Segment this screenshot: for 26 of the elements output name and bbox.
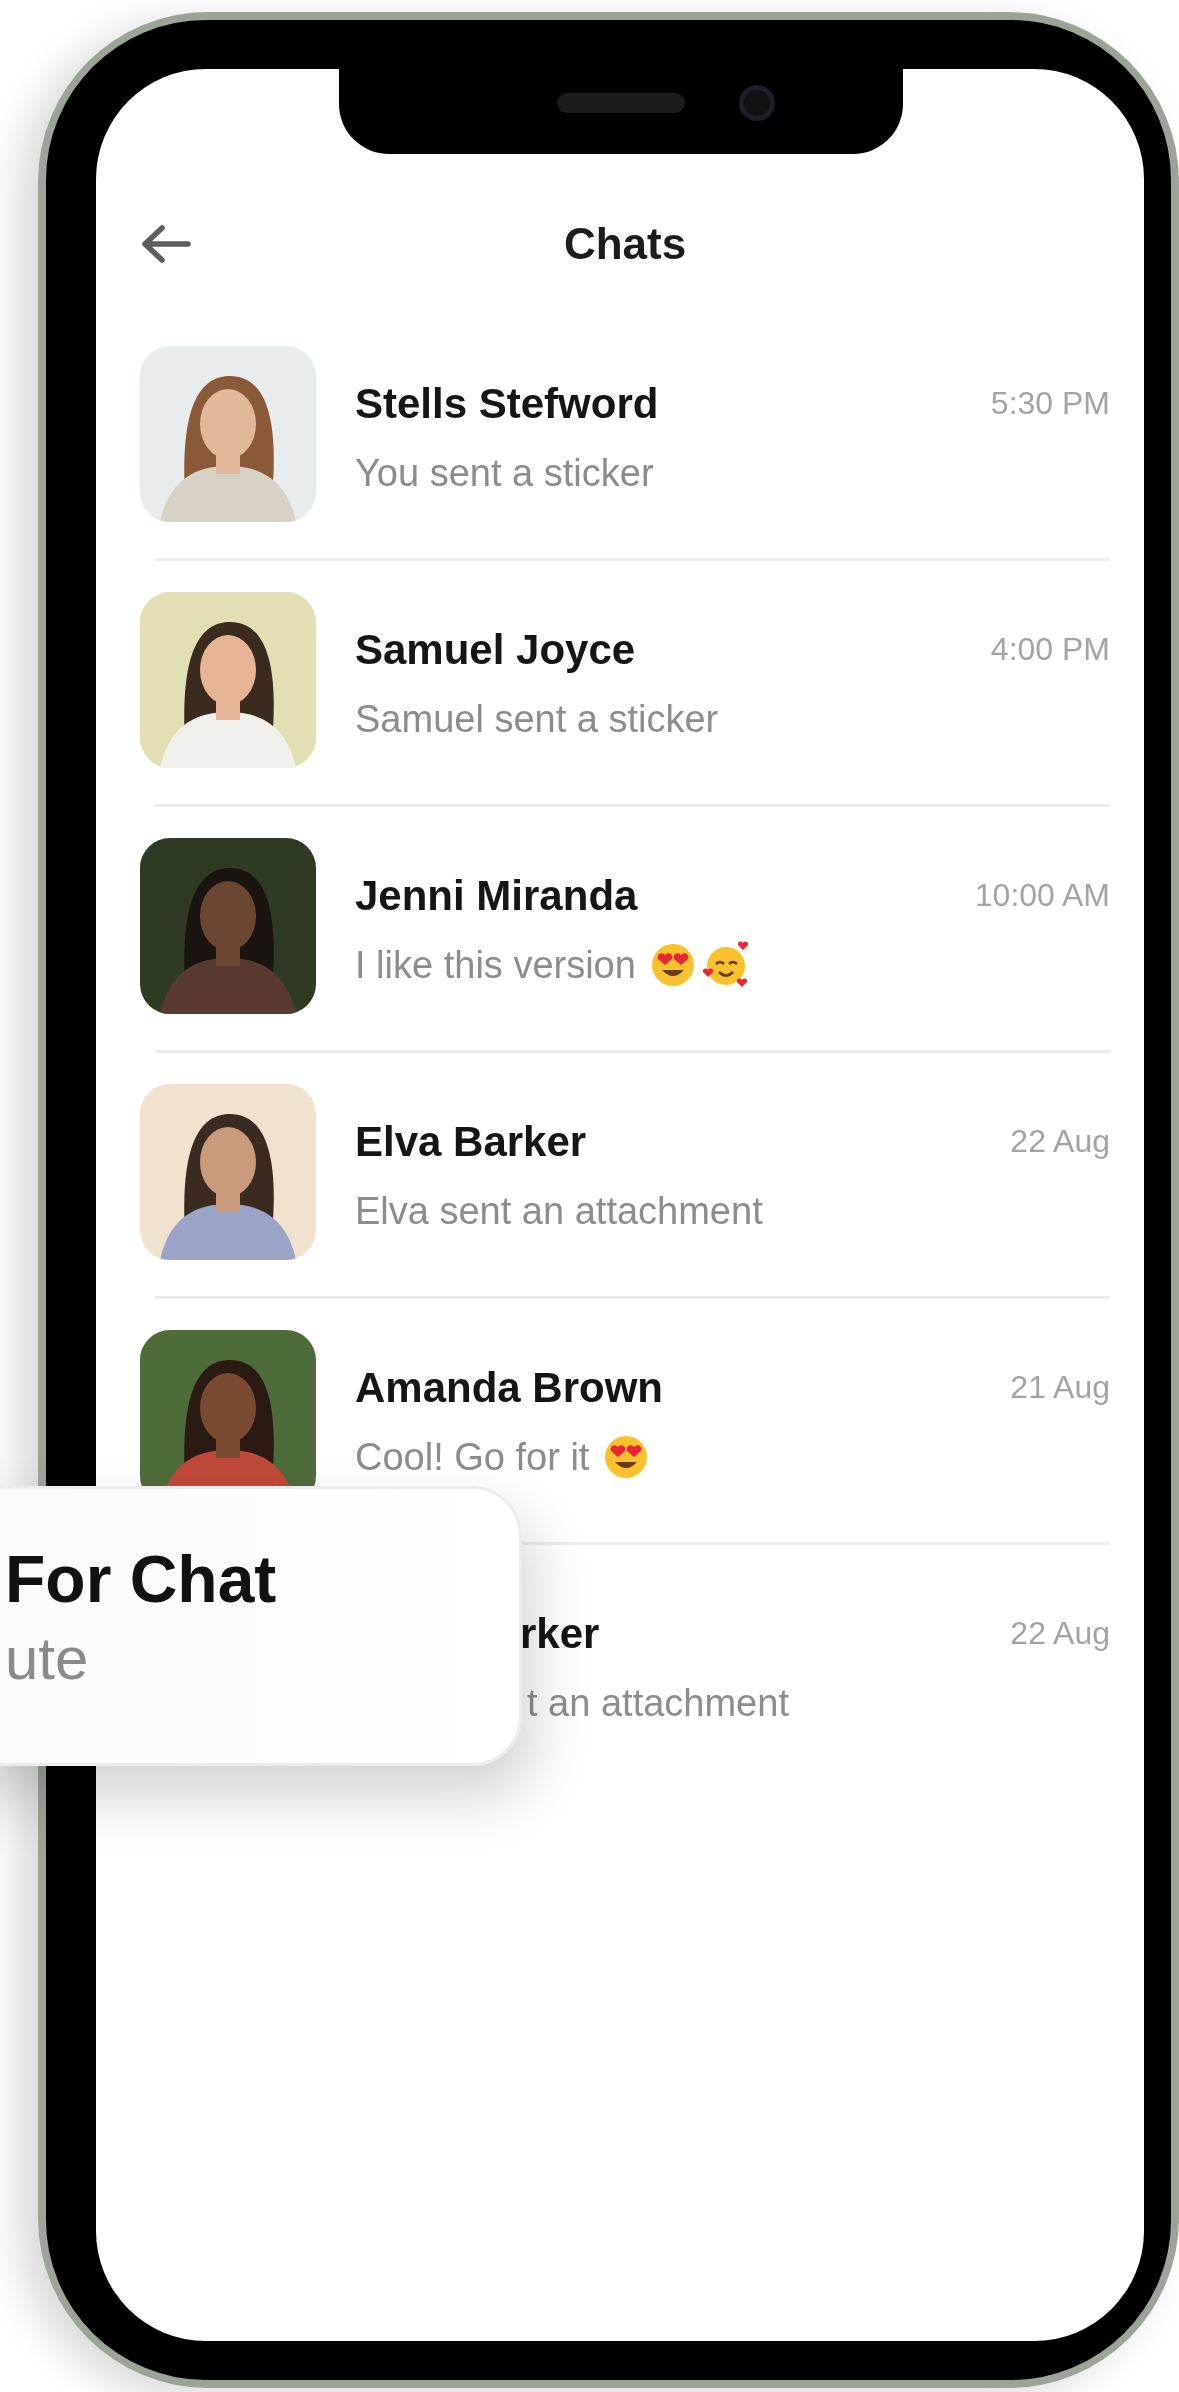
message-preview: Elva sent an attachment bbox=[355, 1188, 763, 1234]
back-arrow-icon bbox=[140, 224, 192, 264]
message-time: 21 Aug bbox=[1010, 1368, 1110, 1407]
message-time: 10:00 AM bbox=[974, 876, 1110, 915]
contact-name: Samuel Joyce bbox=[355, 624, 636, 675]
contact-name: rker bbox=[520, 1608, 600, 1659]
heart-eyes-emoji-icon bbox=[603, 1434, 650, 1480]
popup-subtitle: ute bbox=[5, 1624, 90, 1694]
message-preview: t an attachment bbox=[527, 1680, 789, 1726]
contact-name: Stells Stefword bbox=[355, 378, 659, 429]
screen-title: Chats bbox=[563, 218, 687, 270]
contact-name: Elva Barker bbox=[355, 1116, 587, 1167]
message-time: 4:00 PM bbox=[990, 630, 1110, 669]
contact-name: Amanda Brown bbox=[355, 1362, 664, 1413]
message-time: 22 Aug bbox=[1010, 1122, 1110, 1161]
message-time: 22 Aug bbox=[1010, 1614, 1110, 1653]
message-preview: I like this version bbox=[355, 942, 636, 988]
message-preview: Cool! Go for it bbox=[355, 1434, 590, 1480]
camera bbox=[739, 85, 775, 121]
message-preview: You sent a sticker bbox=[355, 450, 654, 496]
back-button[interactable] bbox=[140, 224, 192, 264]
contact-name: Jenni Miranda bbox=[355, 870, 638, 921]
message-time: 5:30 PM bbox=[990, 384, 1110, 423]
heart-eyes-emoji-icon bbox=[649, 942, 696, 988]
popup-title: For Chat bbox=[5, 1541, 278, 1618]
message-preview: Samuel sent a sticker bbox=[355, 696, 719, 742]
